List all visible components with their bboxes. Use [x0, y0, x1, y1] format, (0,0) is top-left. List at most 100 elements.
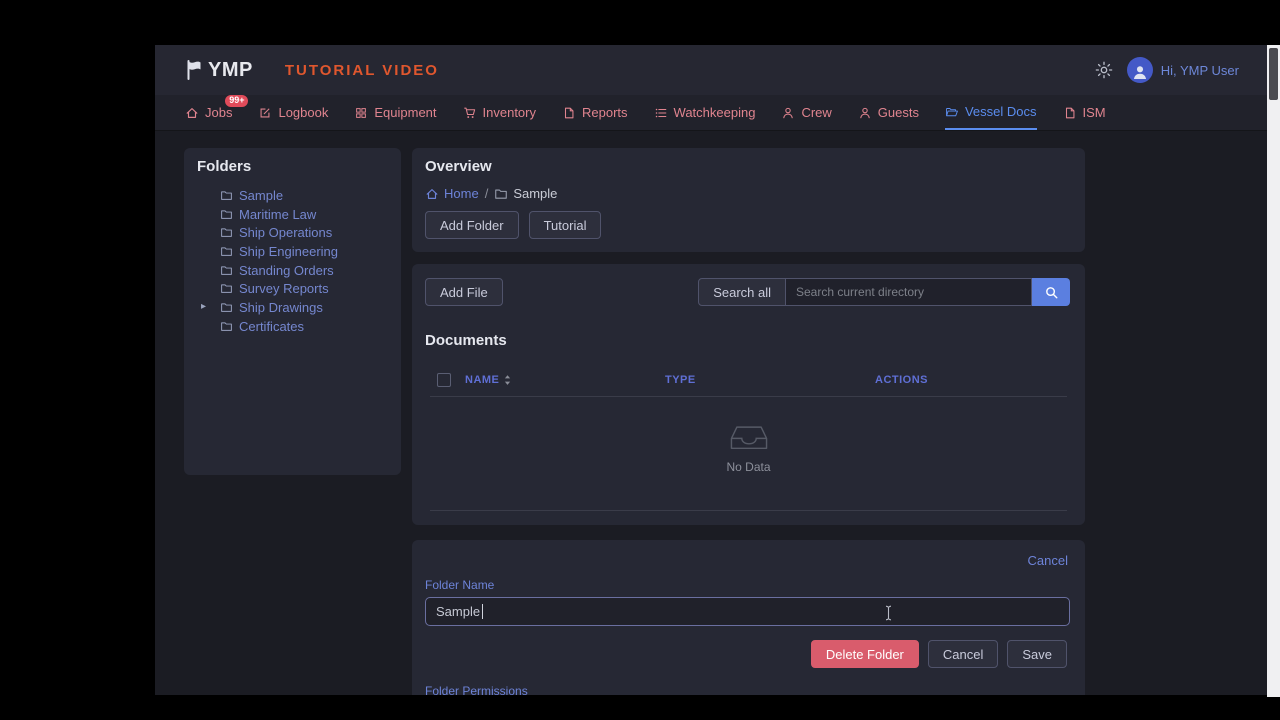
avatar-person-icon: [1131, 63, 1149, 81]
inbox-icon: [729, 424, 769, 451]
document-icon: [1063, 106, 1077, 120]
nav-item-vessel-docs[interactable]: Vessel Docs: [944, 95, 1037, 130]
tutorial-button[interactable]: Tutorial: [528, 211, 602, 239]
nav-item-reports[interactable]: Reports: [562, 95, 628, 130]
documents-controls: Add File Search all: [425, 278, 1070, 306]
delete-folder-button[interactable]: Delete Folder: [810, 640, 919, 668]
cancel-button[interactable]: Cancel: [927, 640, 999, 668]
search-icon: [1044, 285, 1059, 300]
folder-list: Sample Maritime Law Ship Operations Ship…: [184, 186, 401, 336]
scrollbar-thumb[interactable]: [1269, 48, 1278, 100]
sort-icon[interactable]: [504, 374, 511, 386]
nav-label: Equipment: [374, 105, 437, 120]
avatar[interactable]: [1126, 57, 1153, 83]
main-nav: Jobs 99+ Logbook Equipment Inventory Rep…: [155, 95, 1267, 131]
folder-icon: [494, 187, 508, 201]
documents-title: Documents: [425, 332, 507, 349]
breadcrumb-current: Sample: [494, 186, 557, 201]
home-icon: [185, 106, 199, 120]
folder-open-icon: [945, 105, 959, 119]
folder-icon: [220, 226, 233, 239]
nav-item-logbook[interactable]: Logbook: [258, 95, 328, 130]
nav-item-crew[interactable]: Crew: [781, 95, 832, 130]
folder-item-sample[interactable]: Sample: [184, 186, 401, 205]
empty-state-text: No Data: [726, 460, 771, 474]
user-greeting[interactable]: Hi, YMP User: [1161, 63, 1239, 78]
gear-icon[interactable]: [1095, 61, 1113, 79]
app-header: YMP TUTORIAL VIDEO Hi, YMP User: [155, 45, 1267, 95]
folder-icon: [220, 301, 233, 314]
overview-panel: Overview Home / Sample Add Folder Tutori…: [412, 148, 1085, 252]
search-all-button[interactable]: Search all: [698, 278, 786, 306]
nav-label: Reports: [582, 105, 628, 120]
nav-item-inventory[interactable]: Inventory: [463, 95, 536, 130]
cart-icon: [463, 106, 477, 120]
folder-item-maritime-law[interactable]: Maritime Law: [184, 205, 401, 224]
folder-item-standing-orders[interactable]: Standing Orders: [184, 261, 401, 280]
jobs-count-badge: 99+: [225, 95, 249, 107]
search-group: Search all: [698, 278, 1070, 306]
grid-icon: [354, 106, 368, 120]
folder-icon: [220, 320, 233, 333]
documents-panel: Add File Search all Documents NAME TYPE …: [412, 264, 1085, 525]
folder-label: Certificates: [239, 318, 305, 334]
text-caret: [482, 604, 483, 619]
folder-label: Ship Operations: [239, 225, 333, 241]
folder-label: Sample: [239, 187, 284, 203]
nav-item-guests[interactable]: Guests: [858, 95, 919, 130]
column-header-name[interactable]: NAME: [465, 374, 511, 386]
cancel-link[interactable]: Cancel: [1028, 553, 1068, 568]
nav-label: Inventory: [482, 105, 536, 120]
save-button[interactable]: Save: [1007, 640, 1067, 668]
breadcrumb-home-label: Home: [444, 186, 479, 201]
overview-title: Overview: [425, 158, 492, 175]
nav-label: ISM: [1082, 105, 1106, 120]
search-button[interactable]: [1032, 278, 1070, 306]
nav-item-ism[interactable]: ISM: [1063, 95, 1106, 130]
nav-label: Guests: [877, 105, 919, 120]
folders-panel-title: Folders: [197, 158, 252, 175]
folders-panel: Folders Sample Maritime Law Ship Operati…: [184, 148, 401, 475]
folder-item-ship-drawings[interactable]: ▸ Ship Drawings: [184, 298, 401, 317]
breadcrumb-home[interactable]: Home: [425, 186, 479, 201]
folder-label: Ship Drawings: [239, 299, 323, 315]
header-right: Hi, YMP User: [1095, 57, 1239, 83]
folder-icon: [220, 264, 233, 277]
folder-name-input[interactable]: [425, 597, 1070, 626]
folder-icon: [220, 282, 233, 295]
nav-label: Crew: [801, 105, 832, 120]
page-title: TUTORIAL VIDEO: [284, 61, 439, 79]
folder-item-certificates[interactable]: Certificates: [184, 317, 401, 336]
chevron-right-icon[interactable]: ▸: [201, 301, 206, 312]
column-name-label: NAME: [465, 374, 500, 386]
home-icon: [425, 187, 439, 201]
folder-label: Standing Orders: [239, 262, 334, 278]
logo[interactable]: YMP: [185, 59, 253, 82]
folder-permissions-label[interactable]: Folder Permissions: [425, 684, 528, 695]
ibeam-cursor: [884, 605, 893, 621]
nav-label: Logbook: [278, 105, 329, 120]
logo-flag-icon: [185, 59, 203, 81]
column-header-type: TYPE: [665, 374, 696, 386]
folder-icon: [220, 189, 233, 202]
folder-icon: [220, 208, 233, 221]
logo-text: YMP: [208, 58, 253, 81]
nav-item-watchkeeping[interactable]: Watchkeeping: [654, 95, 755, 130]
folder-item-ship-operations[interactable]: Ship Operations: [184, 223, 401, 242]
folder-label: Survey Reports: [239, 281, 329, 297]
folder-name-label: Folder Name: [425, 578, 495, 592]
nav-item-equipment[interactable]: Equipment: [354, 95, 437, 130]
breadcrumb: Home / Sample: [425, 186, 557, 201]
folder-item-ship-engineering[interactable]: Ship Engineering: [184, 242, 401, 261]
scrollbar[interactable]: [1267, 45, 1280, 697]
folder-item-survey-reports[interactable]: Survey Reports: [184, 279, 401, 298]
add-file-button[interactable]: Add File: [425, 278, 503, 306]
add-folder-button[interactable]: Add Folder: [425, 211, 519, 239]
select-all-checkbox[interactable]: [437, 373, 451, 387]
search-input[interactable]: [786, 278, 1032, 306]
overview-actions: Add Folder Tutorial: [425, 211, 602, 239]
nav-label: Jobs: [205, 105, 233, 120]
documents-table-header: NAME TYPE ACTIONS: [430, 370, 1067, 397]
nav-item-jobs[interactable]: Jobs 99+: [185, 95, 249, 130]
folder-label: Ship Engineering: [239, 243, 339, 259]
